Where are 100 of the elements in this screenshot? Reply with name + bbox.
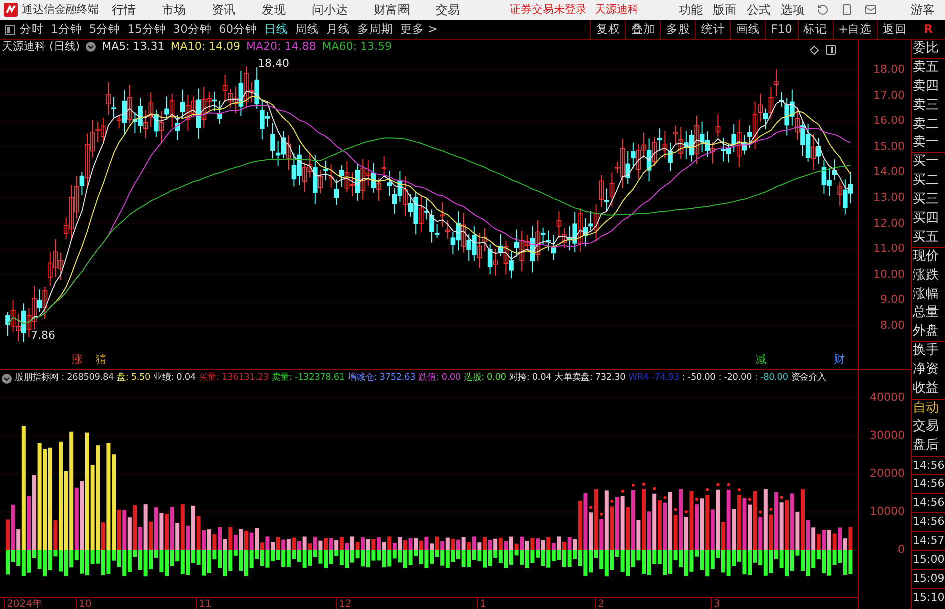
period-tab[interactable]: 周线 — [296, 20, 320, 38]
quote-label: 卖二 — [912, 116, 940, 134]
menu-item[interactable]: 行情 — [112, 1, 136, 19]
menu-item[interactable]: 问小达 — [312, 1, 348, 19]
period-tab[interactable]: 30分钟 — [173, 20, 212, 38]
period-tab[interactable]: 分时 — [20, 20, 44, 38]
panel-toggle-icon[interactable] — [5, 24, 15, 34]
time-label: 15:00 — [912, 550, 945, 569]
volume-tick: 30000 — [870, 428, 905, 444]
tool-button[interactable]: 画线 — [730, 20, 766, 39]
indicator-value: 资金介入 — [791, 372, 827, 386]
quote-label: 买五 — [912, 228, 945, 248]
quote-label: 卖一 — [912, 134, 945, 154]
quote-label: 涨跌 — [912, 266, 940, 285]
price-tick: 13.00 — [874, 190, 905, 206]
ma-legend: MA20: 14.88 — [246, 38, 316, 56]
diamond-icon[interactable] — [810, 46, 819, 55]
indicator-value: : -50.00 — [682, 372, 716, 386]
app-logo-icon — [4, 3, 18, 17]
quote-label: 净资 — [912, 361, 940, 380]
menu-item[interactable]: 交易 — [436, 1, 460, 19]
quote-label: 现价 — [912, 248, 940, 266]
quote-label: 委比 — [912, 40, 945, 59]
period-tab[interactable]: 多周期 — [358, 20, 394, 38]
event-marker[interactable]: 涨 — [72, 353, 83, 366]
period-tab[interactable]: 60分钟 — [218, 20, 258, 38]
menu-item[interactable]: 选项 — [781, 1, 805, 19]
chevron-circle-icon[interactable] — [2, 374, 12, 384]
quote-label: 卖三 — [912, 96, 940, 115]
mail-icon[interactable] — [865, 4, 877, 16]
menu-item[interactable]: 功能 — [679, 1, 703, 19]
refresh-icon[interactable] — [817, 4, 829, 16]
mode-label[interactable]: 自动 — [912, 398, 945, 418]
menu-item[interactable]: 版面 — [713, 1, 737, 19]
notice-text: 证券交易未登录 — [510, 2, 587, 18]
period-tab[interactable]: 15分钟 — [128, 20, 166, 38]
high-price-label: 18.40 — [258, 56, 290, 72]
tool-button[interactable]: 返回 — [877, 20, 912, 39]
ma-legend: MA10: 14.09 — [170, 38, 241, 56]
trade-label[interactable]: 交易 — [912, 418, 945, 437]
quote-label: 收益 — [912, 380, 940, 398]
menu-item[interactable]: 财富圈 — [374, 1, 410, 19]
time-label: 15:10 — [912, 588, 945, 607]
volume-tick: 20000 — [870, 466, 905, 482]
tool-button[interactable]: +自选 — [832, 20, 878, 39]
menu-item[interactable]: 公式 — [747, 1, 771, 19]
period-tab[interactable]: 月线 — [326, 20, 351, 38]
quote-label: 卖五 — [912, 58, 940, 77]
app-title: 通达信金融终端 — [22, 2, 99, 18]
tool-button[interactable]: 复权 — [590, 20, 626, 39]
window-icon[interactable] — [826, 45, 836, 55]
time-label: 14:56 — [912, 474, 945, 494]
time-label: 15:09 — [912, 568, 945, 588]
chart-title: 天源迪科 (日线) — [2, 38, 80, 55]
price-tick: 10.00 — [874, 266, 905, 283]
price-tick: 18.00 — [874, 62, 905, 78]
indicator-value: WR4 -74.93 — [628, 372, 680, 386]
tool-button[interactable]: 标记 — [798, 20, 832, 39]
menu-item[interactable]: 发现 — [262, 1, 286, 19]
tool-button[interactable]: 多股 — [660, 20, 696, 39]
date-label: 10 — [76, 597, 92, 609]
period-tab[interactable]: 更多 > — [400, 20, 438, 38]
indicator-value: : -80.00 — [755, 372, 788, 386]
ma-legend: MA60: 13.59 — [322, 38, 392, 56]
time-label: 14:56 — [912, 512, 945, 532]
event-marker[interactable]: 财 — [834, 353, 845, 366]
menu-item[interactable]: 资讯 — [212, 1, 236, 19]
indicator-value: 买量: 136131.23 — [198, 372, 269, 386]
flag-text[interactable]: R — [912, 20, 945, 39]
price-tick: 11.00 — [874, 241, 905, 258]
chevron-circle-icon[interactable] — [86, 42, 96, 52]
period-tab[interactable]: 5分钟 — [89, 20, 121, 38]
notice-text: 天源迪科 — [595, 2, 639, 18]
period-tab[interactable]: 日线 — [264, 20, 289, 38]
volume-tick: 0 — [898, 542, 905, 558]
price-tick: 9.00 — [880, 292, 905, 308]
time-label: 14:56 — [912, 493, 945, 512]
user-name[interactable]: 游客 — [911, 1, 935, 19]
tool-button[interactable]: 统计 — [695, 20, 730, 39]
tool-button[interactable]: F10 — [765, 20, 798, 39]
indicator-value: 卖量: -132378.61 — [272, 372, 345, 386]
time-label: 14:56 — [912, 456, 945, 474]
event-marker[interactable]: 减 — [756, 353, 767, 366]
price-tick: 17.00 — [874, 88, 905, 104]
event-marker[interactable]: 猜 — [96, 353, 107, 366]
date-label: 11 — [196, 597, 212, 609]
indicator-value: 盘: 5.50 — [117, 372, 151, 386]
period-tab[interactable]: 1分钟 — [51, 20, 82, 38]
indicator-value: 大单卖盘: 732.30 — [554, 372, 626, 386]
volume-tick: 10000 — [870, 504, 905, 520]
indicator-value: 股朋指标网 : 268509.84 — [15, 372, 114, 386]
phone-icon[interactable] — [841, 4, 853, 16]
trade-label[interactable]: 盘后 — [912, 436, 945, 456]
tool-button[interactable]: 叠加 — [625, 20, 660, 39]
quote-label: 买一 — [912, 153, 940, 172]
menu-item[interactable]: 市场 — [162, 1, 186, 19]
indicator-value: 业绩: 0.04 — [154, 372, 196, 386]
date-label: 12 — [336, 597, 352, 609]
time-label: 14:57 — [912, 531, 945, 550]
price-tick: 16.00 — [874, 113, 905, 130]
